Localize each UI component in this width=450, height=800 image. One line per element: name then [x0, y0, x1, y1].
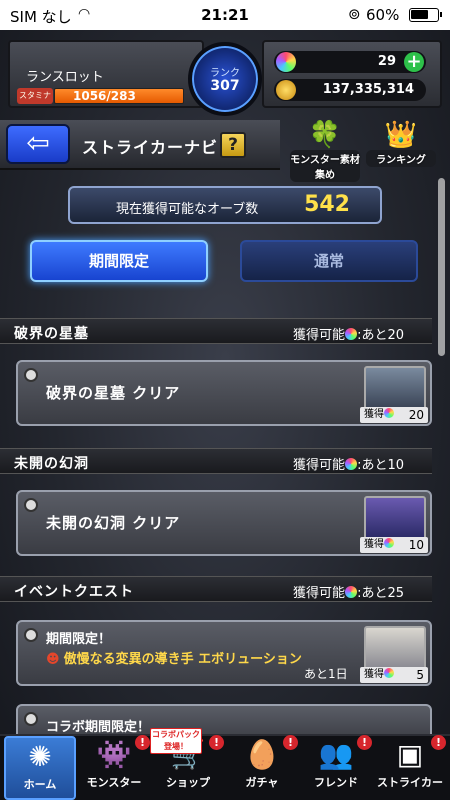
notification-badge: !: [283, 735, 298, 750]
stamina-bar[interactable]: 1056/283: [54, 88, 184, 104]
quest-thumbnail: [364, 496, 426, 540]
reward-label: 獲得: [364, 409, 384, 420]
orb-count: 29: [377, 54, 396, 69]
orb-counter: 現在獲得可能なオーブ数 542: [68, 186, 382, 224]
page-title: ストライカーナビ: [82, 138, 219, 157]
orb-icon: [345, 586, 358, 598]
availability-label: 獲得可能: [293, 458, 346, 473]
tab-normal[interactable]: 通常: [240, 240, 418, 282]
notification-badge: !: [357, 735, 372, 750]
clover-icon: 🍀: [308, 120, 342, 150]
tab-limited[interactable]: 期間限定: [30, 240, 208, 282]
quest-item[interactable]: 期間限定！ ☻ 傲慢なる変異の導き手 エボリューション あと1日 獲得 5: [16, 620, 432, 686]
rank-label: ランク: [210, 68, 240, 79]
remaining-count: :あと20: [357, 328, 404, 343]
nav-monster-label: モンスター: [86, 776, 142, 789]
section-header: 未開の幻洞 獲得可能 :あと10: [0, 448, 432, 474]
help-button[interactable]: ?: [220, 132, 246, 158]
quest-title: ☻ 傲慢なる変異の導き手 エボリューション: [46, 648, 302, 667]
player-name: ランスロット: [26, 70, 104, 85]
orb-icon: [384, 408, 394, 418]
quest-item[interactable]: 未開の幻洞 クリア 獲得 10: [16, 490, 432, 556]
section-title: 破界の星墓: [14, 326, 89, 342]
section-header: 破界の星墓 獲得可能 :あと20: [0, 318, 432, 344]
nav-home-label: ホーム: [23, 778, 57, 791]
rank-badge[interactable]: ランク 307: [188, 42, 262, 116]
monster-collection-button[interactable]: 🍀 モンスター素材集め: [290, 120, 360, 182]
stamina-label: スタミナ: [17, 88, 53, 104]
availability-label: 獲得可能: [293, 586, 346, 601]
orb-icon: [384, 538, 394, 548]
coin-count: 137,335,314: [322, 82, 414, 97]
crown-icon: 👑: [384, 120, 418, 150]
nav-shop-label: ショップ: [166, 776, 210, 789]
status-dot: [24, 628, 38, 642]
quest-title: 破界の星墓 クリア: [46, 384, 181, 402]
status-dot: [24, 368, 38, 382]
orb-counter-label: 現在獲得可能なオーブ数: [116, 202, 259, 217]
back-button[interactable]: ⇦: [6, 124, 70, 164]
back-arrow-icon: ⇦: [26, 126, 50, 159]
reward-label: 獲得: [364, 669, 384, 680]
notification-badge: !: [209, 735, 224, 750]
status-bar: SIM なし ◠ 21:21 ⊚ 60%: [0, 0, 450, 30]
nav-home[interactable]: ✺ ホーム: [4, 736, 76, 800]
quest-tag: 期間限定！: [46, 632, 112, 647]
rotation-lock-icon: ⊚: [348, 5, 361, 23]
orb-balance: 29 +: [274, 51, 426, 73]
quest-item[interactable]: 破界の星墓 クリア 獲得 20: [16, 360, 432, 426]
status-dot: [24, 712, 38, 726]
section-availability: 獲得可能 :あと10: [293, 454, 404, 473]
reward-value: 20: [408, 408, 424, 422]
scrollbar[interactable]: [438, 178, 445, 356]
section-availability: 獲得可能 :あと20: [293, 324, 404, 343]
home-icon: ✺: [28, 740, 52, 773]
orb-icon: [345, 328, 358, 340]
nav-striker-label: ストライカー: [377, 776, 443, 789]
availability-label: 獲得可能: [293, 328, 346, 343]
quest-title: 未開の幻洞 クリア: [46, 514, 181, 532]
quest-thumbnail: [364, 626, 426, 670]
time-remaining: あと1日: [304, 667, 348, 681]
remaining-count: :あと25: [357, 586, 404, 601]
reward-badge: 獲得 5: [360, 667, 428, 683]
status-dot: [24, 498, 38, 512]
coin-icon: [276, 80, 296, 100]
quest-thumbnail: [364, 366, 426, 410]
reward-badge: 獲得 20: [360, 407, 428, 423]
orb-icon: [384, 668, 394, 678]
notification-badge: !: [135, 735, 150, 750]
section-title: イベントクエスト: [14, 584, 134, 600]
battery-icon: [409, 8, 442, 22]
reward-badge: 獲得 10: [360, 537, 428, 553]
orb-icon: [345, 458, 358, 470]
section-availability: 獲得可能 :あと25: [293, 582, 404, 601]
reward-value: 5: [416, 668, 424, 682]
demon-icon: ☻: [46, 652, 60, 667]
quest-name: 傲慢なる変異の導き手 エボリューション: [63, 652, 302, 667]
notification-badge: !: [431, 735, 446, 750]
buy-orbs-button[interactable]: +: [404, 52, 424, 72]
reward-value: 10: [408, 538, 424, 552]
orb-counter-value: 542: [304, 192, 350, 217]
ranking-button[interactable]: 👑 ランキング: [366, 120, 436, 172]
coin-balance: 137,335,314: [274, 79, 426, 101]
reward-label: 獲得: [364, 539, 384, 550]
collab-pack-tag: コラボパック登場！: [150, 728, 202, 754]
nav-gacha-label: ガチャ: [245, 776, 279, 789]
section-title: 未開の幻洞: [14, 456, 89, 472]
battery-percent: 60%: [366, 6, 400, 24]
quest-tag: コラボ期間限定！: [46, 720, 151, 735]
nav-friend-label: フレンド: [314, 776, 358, 789]
app-root: SIM なし ◠ 21:21 ⊚ 60% ランスロット スタミナ 1056/28…: [0, 0, 450, 800]
remaining-count: :あと10: [357, 458, 404, 473]
section-header: イベントクエスト 獲得可能 :あと25: [0, 576, 432, 602]
monster-collection-label: モンスター素材集め: [290, 150, 360, 182]
ranking-label: ランキング: [366, 150, 436, 167]
rank-value: 307: [210, 78, 240, 94]
orb-icon: [276, 52, 296, 72]
